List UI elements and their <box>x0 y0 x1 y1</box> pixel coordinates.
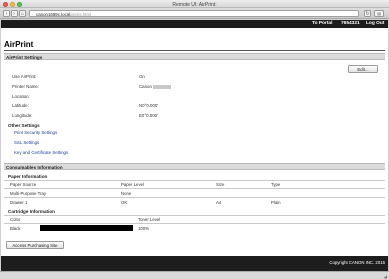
browser-status-bar: ◢ <box>0 271 389 279</box>
sidebar-toggle-button[interactable]: ▤ <box>374 10 384 17</box>
address-host: canon1689c.local <box>36 11 71 17</box>
access-purchasing-site-button[interactable]: Access Purchasing Site <box>6 241 64 249</box>
user-id: 7654321 <box>341 21 360 27</box>
copyright-text: Copyright CANON INC. 2015 <box>329 260 385 265</box>
latitude-label: Latitude: <box>12 103 29 108</box>
paper-source-column: Paper Source <box>10 182 37 187</box>
paper-level-cell: None <box>121 191 132 196</box>
size-column: Size <box>216 182 225 187</box>
redacted-block <box>152 85 171 89</box>
cartridge-info-title: Cartridge Information <box>8 209 55 214</box>
airprint-settings-header: AirPrint Settings <box>4 53 385 60</box>
top-nav-bar: To Portal 7654321 Log Out <box>1 20 388 28</box>
address-bar[interactable]: ◦ canon1689c.local /airprint.html <box>29 10 359 17</box>
longitude-label: Longitude: <box>12 113 33 118</box>
forward-icon: › <box>13 11 15 17</box>
consumables-title: Consumables Information <box>6 165 63 170</box>
latitude-value: N0°0.000' <box>139 103 159 108</box>
page-title: AirPrint <box>4 40 34 49</box>
address-path: /airprint.html <box>67 11 92 17</box>
back-icon: ‹ <box>5 11 8 17</box>
paper-size-cell: A4 <box>216 200 222 205</box>
cartridge-header-divider <box>4 215 385 216</box>
other-settings-title: Other Settings <box>8 123 40 128</box>
paper-level-cell: OK <box>121 200 128 205</box>
cartridge-row-divider <box>4 223 385 224</box>
location-label: Location: <box>12 94 30 99</box>
forward-button[interactable]: › <box>10 10 18 17</box>
type-column: Type <box>271 182 281 187</box>
resize-grip-icon[interactable]: ◢ <box>384 274 387 279</box>
to-portal-link[interactable]: To Portal <box>312 21 332 26</box>
paper-source-cell: Drawer 1 <box>10 200 28 205</box>
consumables-header: Consumables Information <box>4 163 385 170</box>
color-column: Color <box>10 217 21 222</box>
title-divider <box>4 50 385 51</box>
logout-link[interactable]: Log Out <box>366 21 384 26</box>
toner-color-cell: Black <box>10 226 21 231</box>
longitude-value: E0°0.000' <box>139 113 158 118</box>
paper-source-cell: Multi-Purpose Tray <box>10 191 47 196</box>
toner-level-bar <box>40 225 133 231</box>
reload-button[interactable]: ↻ <box>364 10 371 17</box>
reload-icon: ↻ <box>365 11 370 17</box>
home-button[interactable]: ⌂ <box>19 10 26 17</box>
printer-name-value: Canon <box>139 84 171 89</box>
paper-row-divider <box>4 188 385 189</box>
toner-level-text: 100% <box>138 226 149 231</box>
window-title: Remote UI: AirPrint: <box>172 1 217 8</box>
paper-level-column: Paper Level <box>121 182 144 187</box>
key-certificate-settings-link[interactable]: Key and Certificate Settings <box>14 150 68 155</box>
back-button[interactable]: ‹ <box>3 10 10 17</box>
paper-info-title: Paper Information <box>8 174 48 179</box>
use-airprint-value: On <box>139 74 145 79</box>
paper-type-cell: Plain <box>271 200 281 205</box>
paper-header-divider <box>4 180 385 181</box>
main-content: AirPrint AirPrint Settings Edit... Use A… <box>1 28 388 271</box>
home-icon: ⌂ <box>20 11 25 17</box>
window-titlebar: Remote UI: AirPrint: <box>0 0 389 8</box>
printer-name-text: Canon <box>139 84 152 89</box>
edit-button[interactable]: Edit... <box>348 65 378 73</box>
printer-name-label: Printer Name: <box>12 84 40 89</box>
toner-level-column: Toner Level <box>138 217 161 222</box>
print-security-settings-link[interactable]: Print Security Settings <box>14 130 57 135</box>
ssl-settings-link[interactable]: SSL Settings <box>14 140 39 145</box>
browser-toolbar: ‹ › ⌂ ◦ canon1689c.local /airprint.html … <box>0 8 389 19</box>
airprint-settings-title: AirPrint Settings <box>6 55 43 60</box>
paper-row-divider <box>4 197 385 198</box>
sidebar-icon: ▤ <box>377 11 381 16</box>
use-airprint-label: Use AirPrint: <box>12 74 37 79</box>
site-icon: ◦ <box>31 12 33 17</box>
page-footer: Copyright CANON INC. 2015 <box>1 256 388 271</box>
